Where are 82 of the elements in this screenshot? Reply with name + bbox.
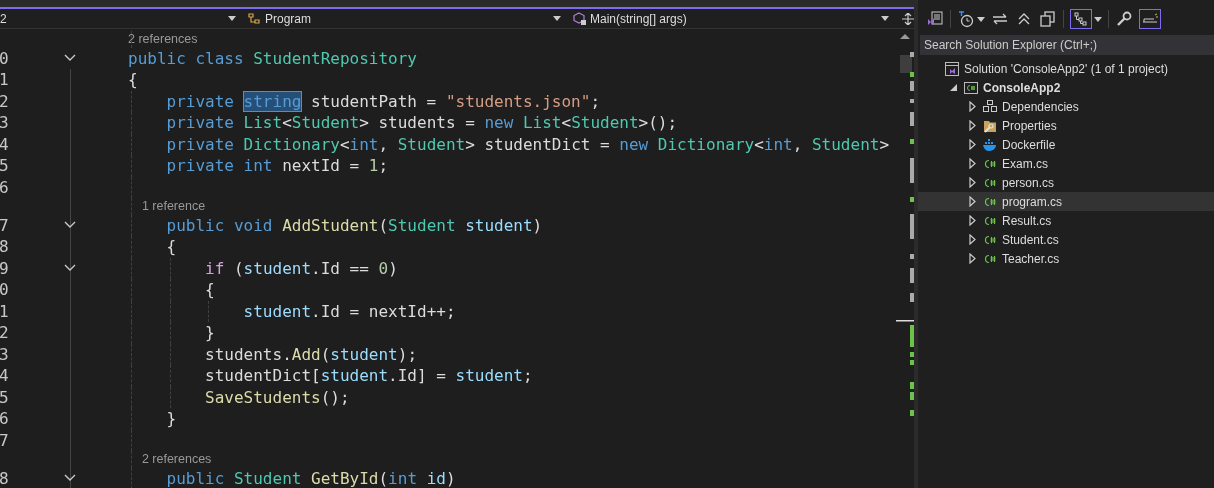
collapsed-arrow-icon[interactable] [968,101,976,112]
reference-count-link[interactable]: 1 reference [128,199,206,214]
tree-item[interactable]: Exam.cs [918,154,1214,173]
tree-item[interactable]: Teacher.cs [918,249,1214,268]
fold-chevron-icon[interactable] [64,474,76,483]
code-line: public Student GetById(int id) [165,468,456,488]
code-line: } [204,323,215,343]
caret-icon [228,16,236,21]
class-icon [247,11,263,26]
line-number: 1 [0,70,9,90]
code-line: SaveStudents(); [204,387,350,407]
line-number: 2 [0,323,9,343]
solution-view-icon[interactable] [926,10,944,28]
csharp-project-icon [963,79,979,96]
line-number: 6 [0,409,9,429]
collapsed-arrow-icon[interactable] [968,196,976,207]
line-number: 0 [0,280,9,300]
tree-item[interactable]: Solution 'ConsoleApp2' (1 of 1 project) [918,59,1214,78]
caret-icon [881,16,889,21]
caret-icon[interactable] [977,16,985,22]
tree-item[interactable]: Properties [918,116,1214,135]
tree-item[interactable]: Dockerfile [918,135,1214,154]
fold-chevron-icon[interactable] [64,221,76,230]
code-line: private List<Student> students = new List<Student>(); [165,113,678,133]
code-line: public class StudentRepository [128,48,417,68]
tree-item[interactable]: person.cs [918,173,1214,192]
code-line: { [128,70,138,90]
tree-item[interactable]: ConsoleApp2 [918,78,1214,97]
dependencies-icon [982,98,998,115]
line-number: 8 [0,237,9,257]
line-number: 7 [0,430,9,450]
line-number: 9 [0,258,9,278]
collapsed-arrow-icon[interactable] [968,177,976,188]
code-line: { [204,280,215,300]
copy-icon[interactable] [1039,10,1057,28]
split-icon[interactable] [902,12,914,25]
search-field[interactable]: Search Solution Explorer (Ctrl+;) [920,35,1214,55]
line-number: 7 [0,215,9,235]
code-line: private int nextId = 1; [165,156,389,176]
tree-view-icon[interactable] [1070,9,1092,29]
code-line: } [165,409,177,429]
tree-item[interactable]: program.cs [918,192,1214,211]
line-number: 3 [0,344,9,364]
expanded-arrow-icon[interactable] [949,84,957,91]
line-number: 0 [0,48,9,68]
solution-icon [944,60,960,77]
reference-count-link[interactable]: 2 references [128,452,212,467]
whale-icon [982,136,998,153]
tree-item[interactable]: Result.cs [918,211,1214,230]
collapsed-arrow-icon[interactable] [968,139,976,150]
tree-item[interactable]: Student.cs [918,230,1214,249]
fold-chevron-icon[interactable] [64,264,76,273]
tree-item[interactable]: Dependencies [918,97,1214,116]
line-number: 4 [0,134,9,154]
code-line: private Dictionary<int, Student> studentDict = new Dictionary<int, Student> [165,134,890,154]
caret-icon [553,16,561,21]
code-line: student.Id = nextId++; [242,301,456,321]
line-number: 5 [0,156,9,176]
preview-icon[interactable] [1139,9,1161,29]
line-number: 2 [0,91,9,111]
collapsed-arrow-icon[interactable] [968,253,976,264]
code-line: if (student.Id == 0) [204,258,398,278]
code-line: private string studentPath = "students.json"; [165,91,601,111]
line-number: 8 [0,468,9,488]
collapsed-arrow-icon[interactable] [968,120,976,131]
fold-chevron-icon[interactable] [64,54,76,63]
collapsed-arrow-icon[interactable] [968,234,976,245]
history-icon[interactable] [957,10,975,28]
line-number: 5 [0,387,9,407]
code-line: { [165,237,177,257]
code-line: public void AddStudent(Student student) [165,215,543,235]
line-number: 1 [0,301,9,321]
wrench-icon[interactable] [1115,10,1133,28]
caret-icon[interactable] [1094,16,1102,22]
line-number: 6 [0,177,9,197]
collapsed-arrow-icon[interactable] [968,215,976,226]
line-number: 3 [0,113,9,133]
line-number: 4 [0,366,9,386]
collapsed-arrow-icon[interactable] [968,158,976,169]
code-line: students.Add(student); [204,344,417,364]
method-icon [572,11,588,26]
code-line: studentDict[student.Id] = student; [204,366,533,386]
